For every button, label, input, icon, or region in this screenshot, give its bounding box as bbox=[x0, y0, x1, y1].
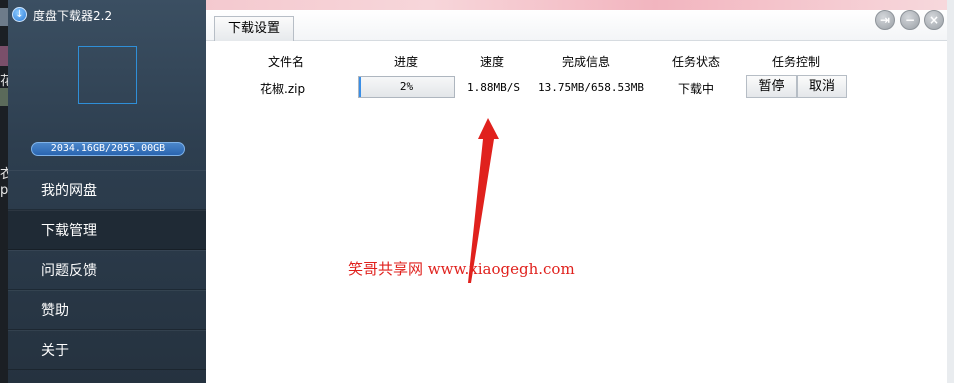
progress-bar: 2% bbox=[358, 76, 455, 98]
avatar[interactable] bbox=[78, 46, 137, 104]
column-header-progress: 进度 bbox=[394, 55, 419, 69]
completion-cell: 13.75MB/658.53MB bbox=[538, 81, 644, 94]
speed-cell: 1.88MB/S bbox=[467, 81, 520, 94]
status-cell: 下载中 bbox=[678, 82, 715, 96]
download-arrow-icon: ↓ bbox=[12, 7, 27, 22]
minimize-icon[interactable]: − bbox=[900, 10, 920, 30]
desktop-icon bbox=[0, 46, 8, 66]
desktop-icon bbox=[0, 8, 8, 26]
watermark-text: 笑哥共享网 www.xiaogegh.com bbox=[348, 260, 575, 278]
sidebar-item-download-manager[interactable]: 下载管理 bbox=[8, 210, 206, 250]
column-header-control: 任务控制 bbox=[772, 55, 821, 69]
desktop-icon bbox=[0, 88, 8, 106]
top-toolbar: 下载设置 ⇥ − × bbox=[206, 10, 947, 41]
sidebar-item-my-disk[interactable]: 我的网盘 bbox=[8, 170, 206, 210]
column-header-completion: 完成信息 bbox=[562, 55, 611, 69]
column-header-speed: 速度 bbox=[480, 55, 505, 69]
main-panel: 下载设置 ⇥ − × 文件名 进度 速度 完成信息 任务状态 任务控制 花椒.z… bbox=[206, 10, 947, 383]
desktop-right-strip bbox=[947, 0, 954, 383]
sidebar: ↓ 度盘下载器2.2 2034.16GB/2055.00GB 我的网盘 下载管理… bbox=[8, 0, 206, 383]
file-name-cell: 花椒.zip bbox=[260, 82, 306, 96]
sidebar-item-feedback[interactable]: 问题反馈 bbox=[8, 250, 206, 290]
sidebar-item-sponsor[interactable]: 赞助 bbox=[8, 290, 206, 330]
storage-quota-badge: 2034.16GB/2055.00GB bbox=[31, 142, 185, 156]
sidebar-nav: 我的网盘 下载管理 问题反馈 赞助 关于 bbox=[8, 170, 206, 370]
desktop-top-strip bbox=[206, 0, 954, 10]
download-settings-button[interactable]: 下载设置 bbox=[214, 16, 294, 41]
app-title: 度盘下载器2.2 bbox=[33, 9, 113, 23]
close-icon[interactable]: × bbox=[924, 10, 944, 30]
column-header-status: 任务状态 bbox=[672, 55, 721, 69]
column-header-filename: 文件名 bbox=[268, 55, 305, 69]
sidebar-item-about[interactable]: 关于 bbox=[8, 330, 206, 370]
progress-label: 2% bbox=[399, 80, 414, 93]
restore-icon[interactable]: ⇥ bbox=[875, 10, 895, 30]
pause-button[interactable]: 暂停 bbox=[746, 75, 797, 98]
cancel-button[interactable]: 取消 bbox=[797, 75, 847, 98]
app-header: ↓ 度盘下载器2.2 bbox=[8, 0, 206, 30]
